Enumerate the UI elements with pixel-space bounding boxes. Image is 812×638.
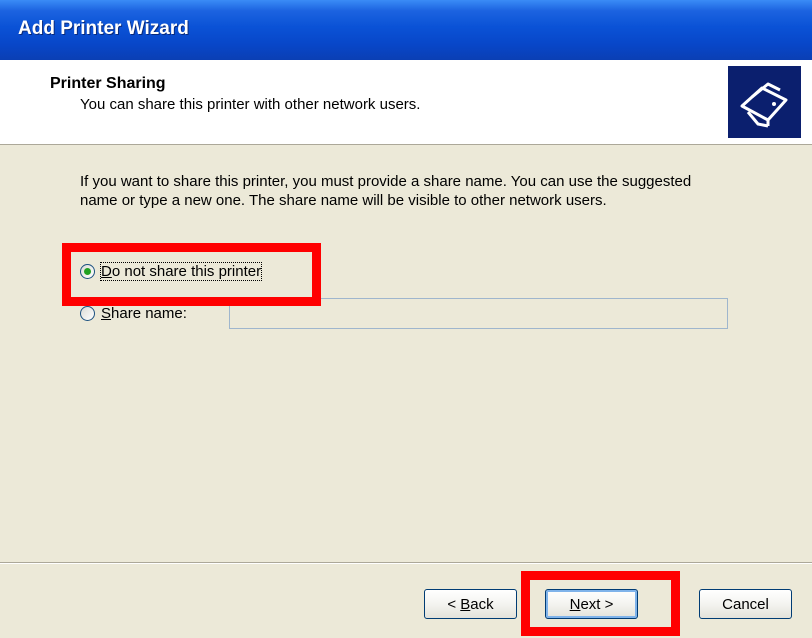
sharing-description: If you want to share this printer, you m… — [80, 173, 692, 209]
share-name-input[interactable] — [229, 298, 728, 329]
window-title: Add Printer Wizard — [18, 18, 189, 39]
printer-share-icon — [728, 66, 801, 138]
do-not-share-label[interactable]: Do not share this printer — [99, 262, 263, 281]
share-name-option[interactable]: Share name: — [80, 305, 187, 322]
footer-divider — [0, 562, 812, 564]
page-subtitle: You can share this printer with other ne… — [80, 96, 421, 113]
title-bar[interactable]: Add Printer Wizard — [0, 0, 812, 60]
do-not-share-radio[interactable] — [80, 264, 95, 279]
do-not-share-option[interactable]: Do not share this printer — [80, 262, 263, 281]
share-name-label[interactable]: Share name: — [101, 305, 187, 322]
back-button[interactable]: < Back — [424, 589, 517, 619]
cancel-button[interactable]: Cancel — [699, 589, 792, 619]
share-name-radio[interactable] — [80, 306, 95, 321]
next-button[interactable]: Next > — [545, 589, 638, 619]
page-title: Printer Sharing — [50, 75, 166, 92]
add-printer-wizard-window: Add Printer Wizard Printer Sharing You c… — [0, 0, 812, 638]
wizard-header: Printer Sharing You can share this print… — [0, 60, 812, 145]
